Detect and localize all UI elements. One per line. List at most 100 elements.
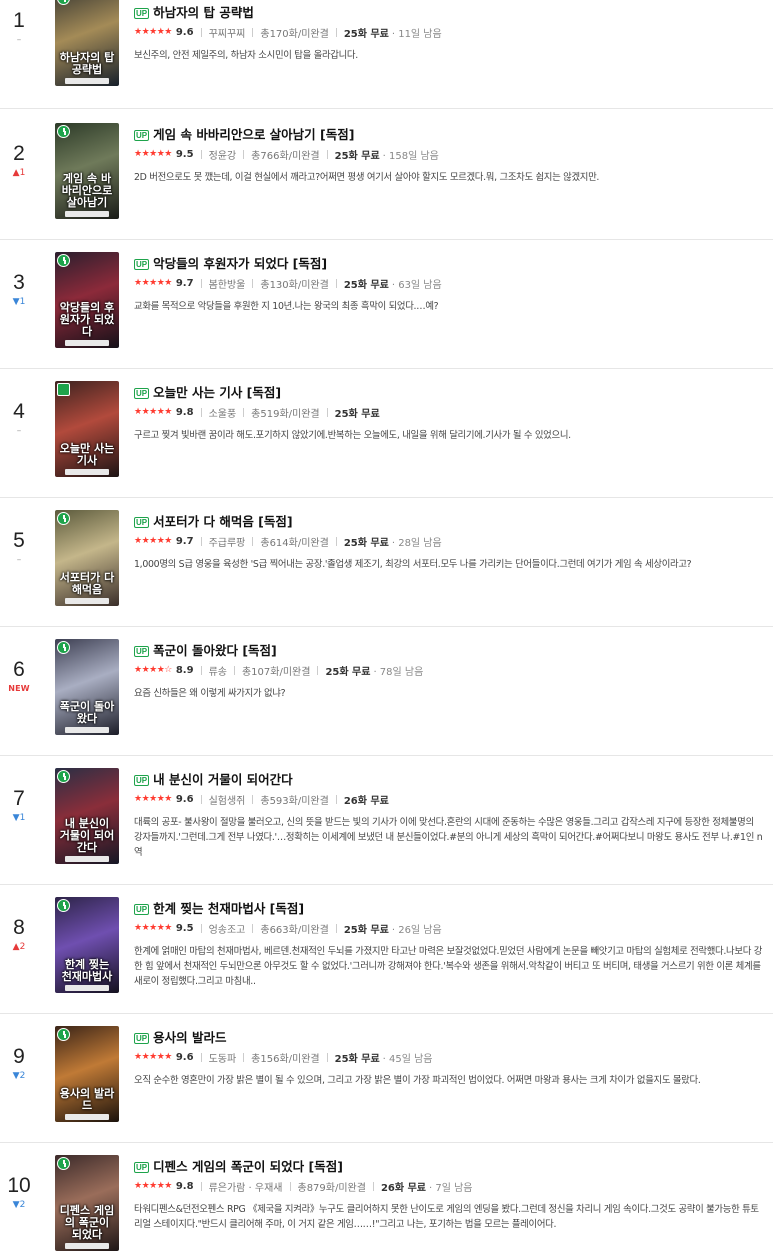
rank-number: 2 <box>13 142 25 165</box>
rating-score: 9.8 <box>175 1180 194 1192</box>
rank-number: 10 <box>7 1174 31 1197</box>
item-meta: ★★★★☆ 8.9 류송 총107화/미완결 25화 무료 · 78일 남음 <box>134 663 763 678</box>
list-item[interactable]: 5 – 서포터가 다 해먹음 UP 서포터가 다 해먹음 [독점] ★★★★★ … <box>0 498 773 627</box>
clock-icon <box>57 1028 70 1041</box>
title-line[interactable]: UP 디펜스 게임의 폭군이 되었다 [독점] <box>134 1159 763 1175</box>
cover-ribbon <box>65 727 109 733</box>
title-line[interactable]: UP 악당들의 후원자가 되었다 [독점] <box>134 256 763 272</box>
divider <box>326 149 328 159</box>
item-title[interactable]: 하남자의 탑 공략법 <box>153 5 254 21</box>
item-title[interactable]: 디펜스 게임의 폭군이 되었다 [독점] <box>153 1159 343 1175</box>
cover-ribbon <box>65 211 109 217</box>
item-title[interactable]: 한계 찢는 천재마법사 [독점] <box>153 901 304 917</box>
cover-ribbon <box>65 1114 109 1120</box>
rating-stars-icon: ★★★★★ <box>134 1052 172 1062</box>
divider <box>335 794 337 804</box>
up-badge-icon: UP <box>134 645 150 657</box>
cover-thumbnail[interactable]: 폭군이 돌아왔다 <box>55 639 119 735</box>
list-item[interactable]: 9 ▼2 용사의 발라드 UP 용사의 발라드 ★★★★★ 9.6 도동파 총1… <box>0 1014 773 1143</box>
episode-count: 총170화/미완결 <box>260 28 329 40</box>
rating-stars-icon: ★★★★★ <box>134 1181 172 1191</box>
cover-thumbnail[interactable]: 하남자의 탑 공략법 <box>55 0 119 86</box>
rank-number: 5 <box>13 529 25 552</box>
rank-change: ▲1 <box>12 168 26 178</box>
divider <box>200 407 202 417</box>
cover-thumbnail[interactable]: 게임 속 바바리안으로 살아남기 <box>55 123 119 219</box>
list-item[interactable]: 4 – 오늘만 사는 기사 UP 오늘만 사는 기사 [독점] ★★★★★ 9.… <box>0 369 773 498</box>
list-item[interactable]: 8 ▲2 한계 찢는 천재마법사 UP 한계 찢는 천재마법사 [독점] ★★★… <box>0 885 773 1014</box>
episode-count: 총130화/미완결 <box>260 279 329 291</box>
item-title[interactable]: 내 분신이 거물이 되어간다 <box>153 772 293 788</box>
item-meta: ★★★★★ 9.5 정윤강 총766화/미완결 25화 무료 · 158일 남음 <box>134 147 763 162</box>
days-remaining: · 158일 남음 <box>382 150 439 162</box>
divider <box>200 149 202 159</box>
gift-icon <box>57 383 70 396</box>
item-info: UP 오늘만 사는 기사 [독점] ★★★★★ 9.8 소울풍 총519화/미완… <box>134 385 763 443</box>
clock-icon <box>57 512 70 525</box>
rating-score: 9.6 <box>175 793 194 805</box>
divider <box>326 407 328 417</box>
days-remaining: · 28일 남음 <box>391 537 442 549</box>
rank: 3 ▼1 <box>0 272 38 308</box>
item-title[interactable]: 폭군이 돌아왔다 [독점] <box>153 643 277 659</box>
list-item[interactable]: 6 NEW 폭군이 돌아왔다 UP 폭군이 돌아왔다 [독점] ★★★★☆ 8.… <box>0 627 773 756</box>
days-remaining: · 26일 남음 <box>391 924 442 936</box>
clock-icon <box>57 125 70 138</box>
rank-number: 7 <box>13 787 25 810</box>
rank: 9 ▼2 <box>0 1046 38 1082</box>
free-episodes: 26화 무료 <box>343 795 389 807</box>
free-episodes: 25화 무료 <box>343 924 389 936</box>
rating-score: 9.8 <box>175 406 194 418</box>
rating-score: 9.5 <box>175 148 194 160</box>
title-line[interactable]: UP 용사의 발라드 <box>134 1030 763 1046</box>
author: 류은가람 · 우재새 <box>208 1182 283 1194</box>
cover-title: 오늘만 사는 기사 <box>59 442 115 467</box>
list-item[interactable]: 10 ▼2 디펜스 게임의 폭군이 되었다 UP 디펜스 게임의 폭군이 되었다… <box>0 1143 773 1257</box>
item-title[interactable]: 악당들의 후원자가 되었다 [독점] <box>153 256 327 272</box>
item-info: UP 악당들의 후원자가 되었다 [독점] ★★★★★ 9.7 봄한방울 총13… <box>134 256 763 314</box>
rank-number: 9 <box>13 1045 25 1068</box>
divider <box>200 794 202 804</box>
days-remaining: · 78일 남음 <box>373 666 424 678</box>
episode-count: 총107화/미완결 <box>241 666 311 678</box>
cover-thumbnail[interactable]: 악당들의 후원자가 되었다 <box>55 252 119 348</box>
title-line[interactable]: UP 오늘만 사는 기사 [독점] <box>134 385 763 401</box>
free-episodes: 26화 무료 <box>380 1182 426 1194</box>
cover-thumbnail[interactable]: 내 분신이 거물이 되어간다 <box>55 768 119 864</box>
item-title[interactable]: 서포터가 다 해먹음 [독점] <box>153 514 292 530</box>
item-description: 교화를 목적으로 악당들을 후원한 지 10년.나는 왕국의 최종 흑막이 되었… <box>134 301 439 312</box>
item-meta: ★★★★★ 9.6 꾸찌꾸찌 총170화/미완결 25화 무료 · 11일 남음 <box>134 25 763 40</box>
title-line[interactable]: UP 폭군이 돌아왔다 [독점] <box>134 643 763 659</box>
list-item[interactable]: 1 – 하남자의 탑 공략법 UP 하남자의 탑 공략법 ★★★★★ 9.6 꾸… <box>0 0 773 109</box>
title-line[interactable]: UP 서포터가 다 해먹음 [독점] <box>134 514 763 530</box>
rank-change: ▼1 <box>12 813 26 823</box>
list-item[interactable]: 3 ▼1 악당들의 후원자가 되었다 UP 악당들의 후원자가 되었다 [독점]… <box>0 240 773 369</box>
cover-thumbnail[interactable]: 한계 찢는 천재마법사 <box>55 897 119 993</box>
up-badge-icon: UP <box>134 1032 150 1044</box>
title-line[interactable]: UP 게임 속 바바리안으로 살아남기 [독점] <box>134 127 763 143</box>
item-title[interactable]: 오늘만 사는 기사 [독점] <box>153 385 281 401</box>
item-meta: ★★★★★ 9.8 류은가람 · 우재새 총879화/미완결 26화 무료 · … <box>134 1179 763 1194</box>
item-title[interactable]: 용사의 발라드 <box>153 1030 226 1046</box>
up-badge-icon: UP <box>134 7 150 19</box>
episode-count: 총766화/미완결 <box>251 150 320 162</box>
cover-thumbnail[interactable]: 디펜스 게임의 폭군이 되었다 <box>55 1155 119 1251</box>
cover-thumbnail[interactable]: 서포터가 다 해먹음 <box>55 510 119 606</box>
cover-thumbnail[interactable]: 오늘만 사는 기사 <box>55 381 119 477</box>
title-line[interactable]: UP 내 분신이 거물이 되어간다 <box>134 772 763 788</box>
clock-icon <box>57 641 70 654</box>
rank-change: – <box>16 555 22 565</box>
author: 봄한방울 <box>208 279 246 291</box>
cover-thumbnail[interactable]: 용사의 발라드 <box>55 1026 119 1122</box>
title-line[interactable]: UP 한계 찢는 천재마법사 [독점] <box>134 901 763 917</box>
rank-change: ▼2 <box>12 1071 26 1081</box>
rating-score: 9.7 <box>175 277 194 289</box>
item-title[interactable]: 게임 속 바바리안으로 살아남기 [독점] <box>153 127 354 143</box>
clock-icon <box>57 770 70 783</box>
title-line[interactable]: UP 하남자의 탑 공략법 <box>134 5 763 21</box>
item-description: 1,000명의 S급 영웅을 육성한 'S급 찍어내는 공장.'졸업생 제조기,… <box>134 559 692 570</box>
list-item[interactable]: 2 ▲1 게임 속 바바리안으로 살아남기 UP 게임 속 바바리안으로 살아남… <box>0 111 773 240</box>
divider <box>252 27 254 37</box>
author: 류송 <box>208 666 227 678</box>
list-item[interactable]: 7 ▼1 내 분신이 거물이 되어간다 UP 내 분신이 거물이 되어간다 ★★… <box>0 756 773 885</box>
